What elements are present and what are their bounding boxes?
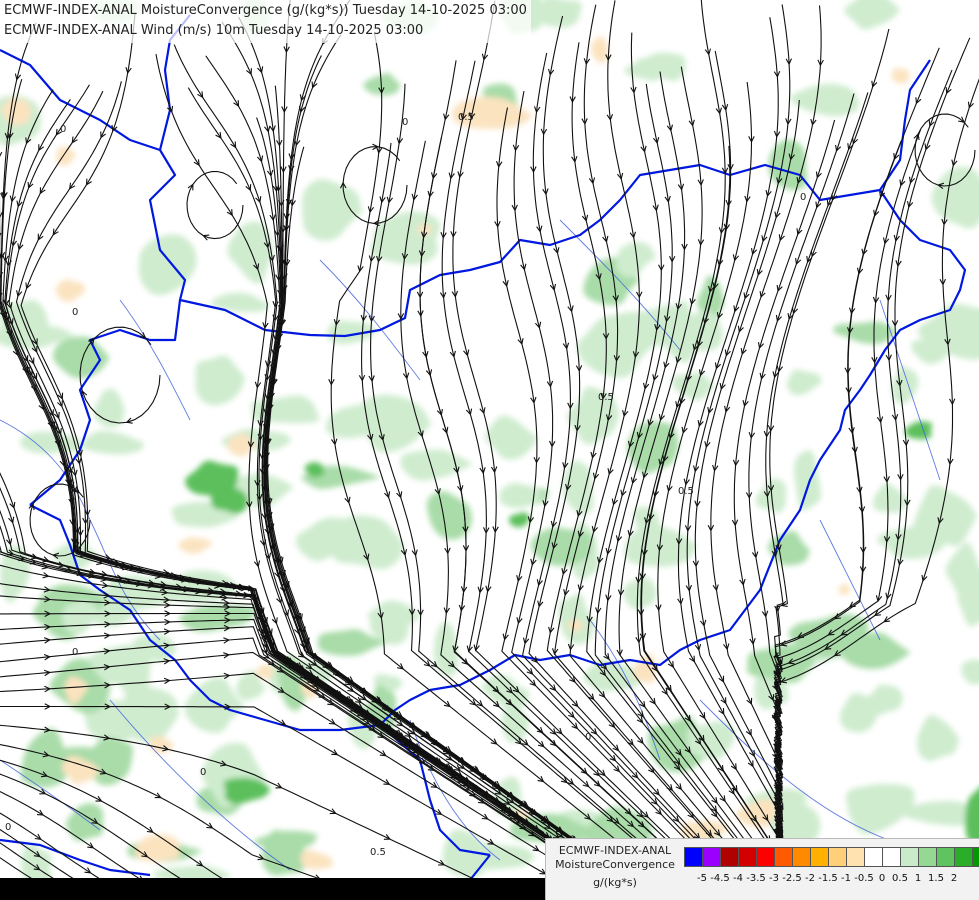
- legend-tick: 0: [878, 873, 886, 884]
- legend-swatch: [810, 847, 829, 867]
- contour-label: 0: [800, 192, 806, 203]
- legend-tick: -3: [769, 873, 779, 884]
- legend-tick: -2: [805, 873, 815, 884]
- legend-swatch: [756, 847, 775, 867]
- legend-swatch: [846, 847, 865, 867]
- legend-tick: -1.5: [818, 873, 838, 884]
- legend-swatch: [954, 847, 973, 867]
- legend-tick: -3.5: [746, 873, 766, 884]
- legend-swatch: [882, 847, 901, 867]
- legend-swatch: [738, 847, 757, 867]
- map-bottom-strip: [0, 878, 545, 900]
- legend-tick: -2.5: [782, 873, 802, 884]
- legend-swatch: [900, 847, 919, 867]
- contour-label: 0: [5, 822, 11, 833]
- legend-tick: 0.5: [892, 873, 908, 884]
- legend-swatch: [702, 847, 721, 867]
- legend-caption: ECMWF-INDEX-ANAL MoistureConvergence g/(…: [546, 839, 684, 900]
- contour-label: 0: [200, 767, 206, 778]
- legend-swatch: [936, 847, 955, 867]
- legend-tick-labels: -5 -4.5 -4 -3.5 -3 -2.5 -2 -1.5 -1 -0.5 0 0.5 1 1.5 2: [684, 873, 979, 887]
- legend-swatch: [864, 847, 883, 867]
- title-line-moisture: ECMWF-INDEX-ANAL MoistureConvergence (g/…: [4, 3, 527, 18]
- contour-label: 0: [585, 732, 591, 743]
- legend-title: ECMWF-INDEX-ANAL: [558, 844, 672, 857]
- legend-swatch: [918, 847, 937, 867]
- legend-unit: g/(kg*s): [593, 876, 637, 889]
- legend-tick: -1: [841, 873, 851, 884]
- weather-map: 0 0 0 0.5 0.5 0.5 0 0 0 0 0.5 0 0 ECMWF-INDEX-ANAL M…: [0, 0, 979, 900]
- legend-swatch: [972, 847, 979, 867]
- color-legend: ECMWF-INDEX-ANAL MoistureConvergence g/(…: [545, 838, 979, 900]
- legend-tick: -4: [733, 873, 743, 884]
- contour-label: 0.5: [598, 392, 614, 403]
- contour-labels-layer: 0000.50.50.500000.500: [5, 112, 806, 863]
- map-title-box: ECMWF-INDEX-ANAL MoistureConvergence (g/…: [0, 0, 531, 43]
- legend-swatch: [792, 847, 811, 867]
- legend-color-swatches: [684, 847, 979, 867]
- contour-label: 0: [402, 117, 408, 128]
- contour-label: 0.5: [370, 847, 386, 858]
- legend-tick: 1: [914, 873, 922, 884]
- legend-swatch: [720, 847, 739, 867]
- legend-tick: -4.5: [710, 873, 730, 884]
- legend-tick: 1.5: [928, 873, 944, 884]
- legend-subtitle: MoistureConvergence: [555, 858, 675, 871]
- legend-swatch: [828, 847, 847, 867]
- contour-label: 0.5: [458, 112, 474, 123]
- contour-label: 0.5: [678, 486, 694, 497]
- legend-tick: -0.5: [854, 873, 874, 884]
- legend-tick: -5: [697, 873, 707, 884]
- contour-label: 0: [72, 647, 78, 658]
- contour-label: 0: [72, 307, 78, 318]
- legend-tick: 2: [950, 873, 958, 884]
- contour-label: 0: [60, 124, 66, 135]
- legend-swatch: [684, 847, 703, 867]
- legend-swatch: [774, 847, 793, 867]
- title-line-wind: ECMWF-INDEX-ANAL Wind (m/s) 10m Tuesday …: [4, 23, 424, 38]
